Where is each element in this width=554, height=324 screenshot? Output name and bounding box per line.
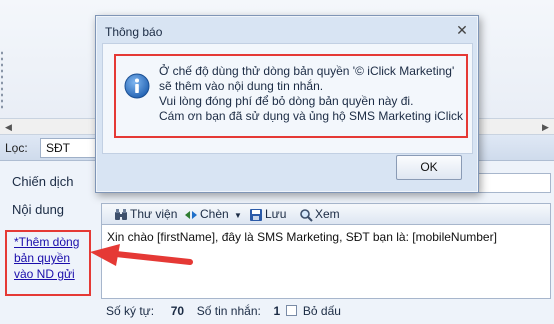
message-highlight-box: Ở chế độ dùng thử dòng bản quyền '© iCli… bbox=[114, 54, 468, 138]
msg-count-label: Số tin nhắn: bbox=[196, 304, 261, 318]
save-button[interactable]: Lưu bbox=[247, 206, 286, 223]
close-icon[interactable]: ✕ bbox=[455, 23, 469, 37]
splitter-grip[interactable] bbox=[0, 50, 4, 110]
dialog-body: Ở chế độ dùng thử dòng bản quyền '© iCli… bbox=[102, 43, 473, 154]
red-arrow-icon bbox=[90, 244, 193, 266]
message-line: Cám ơn bạn đã sử dụng và ủng hộ SMS Mark… bbox=[159, 109, 464, 123]
insert-dropdown[interactable]: Chèn ▼ bbox=[182, 206, 242, 223]
campaign-label: Chiến dịch bbox=[12, 174, 74, 189]
view-button[interactable]: Xem bbox=[297, 206, 340, 223]
message-line: Vui lòng đóng phí để bỏ dòng bản quyền n… bbox=[159, 94, 414, 108]
scroll-left-icon[interactable]: ◀ bbox=[2, 121, 15, 133]
campaign-field[interactable] bbox=[475, 173, 551, 193]
status-row: Số ký tự: 70 Số tin nhắn: 1 Bỏ dấu bbox=[106, 304, 341, 318]
view-label: Xem bbox=[315, 207, 340, 221]
dialog-footer: OK bbox=[96, 154, 478, 192]
ok-button[interactable]: OK bbox=[396, 155, 462, 180]
add-copyright-link[interactable]: *Thêm dòng bản quyền vào ND gửi bbox=[14, 234, 88, 282]
msg-count-value: 1 bbox=[273, 304, 281, 318]
char-count-label: Số ký tự: bbox=[106, 304, 155, 318]
char-count-value: 70 bbox=[170, 304, 185, 318]
info-icon bbox=[124, 73, 150, 99]
highlight-box: *Thêm dòng bản quyền vào ND gửi bbox=[5, 230, 91, 296]
insert-label: Chèn bbox=[200, 207, 229, 221]
dialog-message: Ở chế độ dùng thử dòng bản quyền '© iCli… bbox=[159, 64, 464, 124]
magnifier-icon bbox=[300, 209, 313, 222]
library-button[interactable]: Thư viện bbox=[112, 206, 177, 223]
content-label: Nội dung bbox=[12, 202, 65, 217]
filter-label: Lọc: bbox=[5, 141, 28, 155]
notification-dialog: Thông báo ✕ Ở chế độ dùng thử dòng bản q… bbox=[95, 15, 479, 193]
save-label: Lưu bbox=[265, 207, 287, 221]
save-icon bbox=[250, 209, 262, 221]
message-line: Ở chế độ dùng thử dòng bản quyền '© iCli… bbox=[159, 64, 455, 78]
scroll-right-icon[interactable]: ▶ bbox=[539, 121, 552, 133]
no-accent-checkbox[interactable] bbox=[285, 305, 297, 316]
binoculars-icon bbox=[115, 209, 127, 220]
library-label: Thư viện bbox=[130, 207, 178, 221]
chevron-down-icon: ▼ bbox=[234, 211, 242, 220]
dialog-title: Thông báo bbox=[105, 25, 163, 39]
no-accent-label: Bỏ dấu bbox=[302, 304, 341, 318]
insert-arrows-icon bbox=[185, 211, 197, 219]
message-line: sẽ thêm vào nội dung tin nhắn. bbox=[159, 79, 324, 93]
editor-toolbar: Thư viện Chèn ▼ Lưu Xem bbox=[101, 203, 551, 225]
